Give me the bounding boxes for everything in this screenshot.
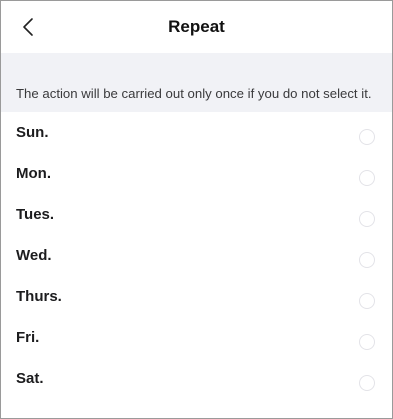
radio-unchecked-icon[interactable] [359, 293, 375, 309]
back-button[interactable] [15, 13, 41, 41]
radio-unchecked-icon[interactable] [359, 334, 375, 350]
day-row-sat[interactable]: Sat. [1, 358, 392, 399]
day-label: Sun. [16, 124, 49, 141]
hint-text: The action will be carried out only once… [16, 86, 372, 101]
day-label: Fri. [16, 329, 40, 346]
day-row-wed[interactable]: Wed. [1, 235, 392, 276]
day-label: Tues. [16, 206, 55, 223]
page-title: Repeat [168, 17, 225, 36]
hint-box: The action will be carried out only once… [1, 53, 392, 112]
day-label: Thurs. [16, 288, 62, 305]
day-row-sun[interactable]: Sun. [1, 112, 392, 153]
day-list: Sun. Mon. Tues. Wed. Thurs. Fri. Sat. [1, 112, 392, 399]
radio-unchecked-icon[interactable] [359, 375, 375, 391]
day-row-mon[interactable]: Mon. [1, 153, 392, 194]
day-label: Sat. [16, 370, 44, 387]
radio-unchecked-icon[interactable] [359, 129, 375, 145]
nav-bar: Repeat [1, 1, 392, 53]
radio-unchecked-icon[interactable] [359, 170, 375, 186]
repeat-screen: Repeat The action will be carried out on… [0, 0, 393, 419]
radio-unchecked-icon[interactable] [359, 252, 375, 268]
day-label: Mon. [16, 165, 51, 182]
day-label: Wed. [16, 247, 52, 264]
day-row-thurs[interactable]: Thurs. [1, 276, 392, 317]
radio-unchecked-icon[interactable] [359, 211, 375, 227]
day-row-fri[interactable]: Fri. [1, 317, 392, 358]
day-row-tues[interactable]: Tues. [1, 194, 392, 235]
chevron-left-icon [23, 18, 33, 36]
